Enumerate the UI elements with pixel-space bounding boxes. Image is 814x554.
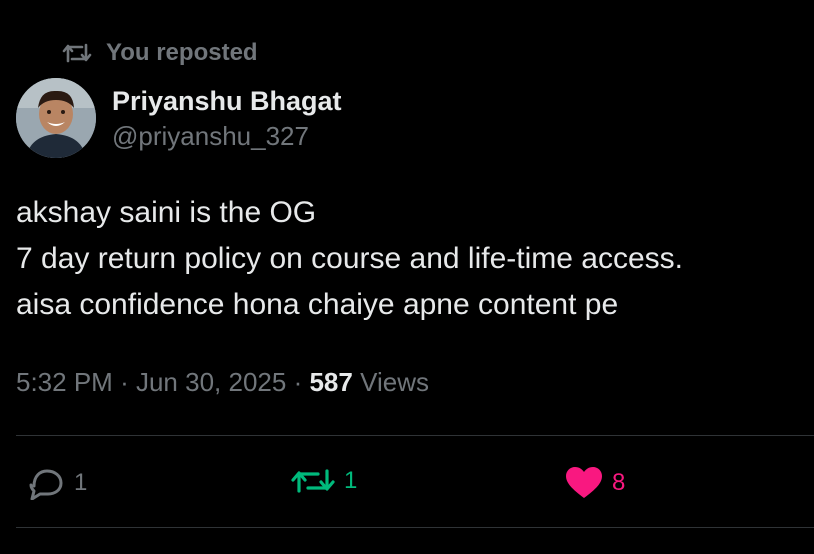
tweet-date[interactable]: Jun 30, 2025 bbox=[136, 367, 286, 397]
views-label: Views bbox=[360, 367, 429, 397]
action-bar: 1 1 8 bbox=[0, 462, 814, 506]
reply-icon bbox=[26, 466, 66, 500]
display-name[interactable]: Priyanshu Bhagat bbox=[112, 83, 342, 119]
meta-separator: · bbox=[120, 367, 129, 397]
tweet-meta: 5:32 PM · Jun 30, 2025 · 587 Views bbox=[16, 364, 429, 400]
author-handle[interactable]: @priyanshu_327 bbox=[112, 119, 342, 153]
divider bbox=[16, 435, 814, 436]
tweet-line: akshay saini is the OG bbox=[16, 196, 317, 229]
author-names: Priyanshu Bhagat @priyanshu_327 bbox=[112, 83, 342, 153]
tweet-text: akshay saini is the OG 7 day return poli… bbox=[16, 190, 806, 328]
tweet-time[interactable]: 5:32 PM bbox=[16, 367, 113, 397]
repost-icon bbox=[62, 41, 92, 65]
tweet-page: You reposted Priyanshu Bhagat @priyanshu… bbox=[0, 0, 814, 554]
repost-banner: You reposted bbox=[62, 38, 258, 68]
heart-icon bbox=[564, 466, 604, 500]
views-count[interactable]: 587 bbox=[309, 367, 352, 397]
repost-count: 1 bbox=[344, 467, 358, 494]
reply-button[interactable]: 1 bbox=[26, 466, 87, 500]
avatar[interactable] bbox=[16, 78, 96, 158]
tweet-line: 7 day return policy on course and life-t… bbox=[16, 242, 683, 275]
like-count: 8 bbox=[612, 469, 626, 496]
like-button[interactable]: 8 bbox=[564, 466, 625, 500]
repost-button[interactable]: 1 bbox=[290, 466, 357, 496]
tweet-line: aisa confidence hona chaiye apne content… bbox=[16, 288, 619, 321]
divider bbox=[16, 527, 814, 528]
reply-count: 1 bbox=[74, 469, 88, 496]
meta-separator: · bbox=[293, 367, 303, 397]
author-block[interactable]: Priyanshu Bhagat @priyanshu_327 bbox=[16, 78, 342, 158]
repost-banner-text: You reposted bbox=[106, 39, 258, 66]
repost-icon bbox=[290, 466, 336, 496]
